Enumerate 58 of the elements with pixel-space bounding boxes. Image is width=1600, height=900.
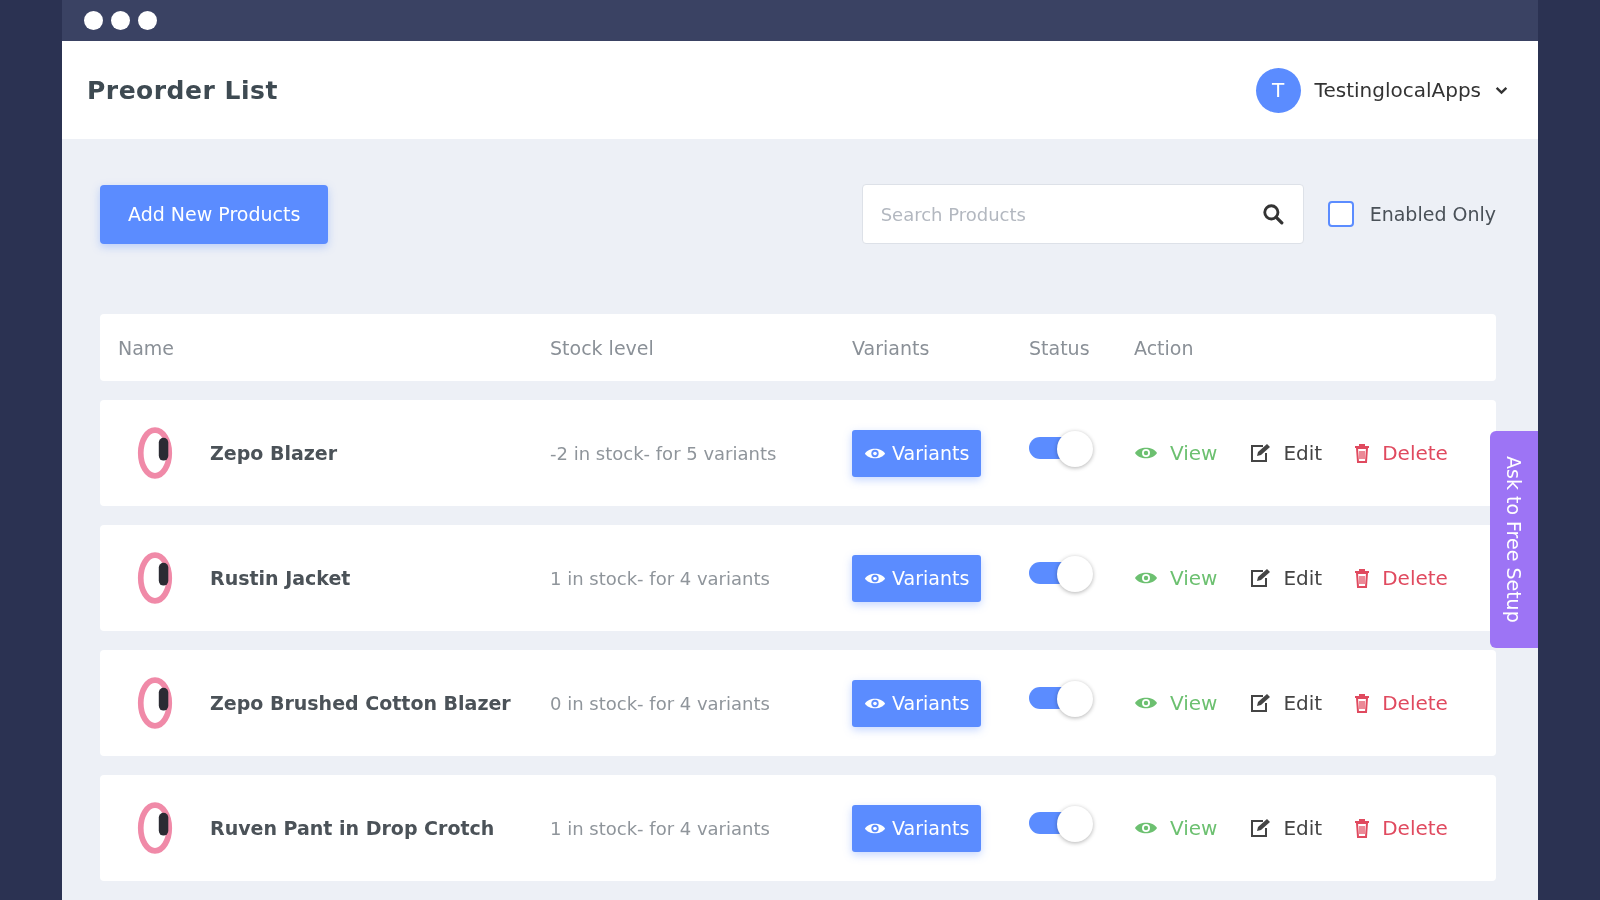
- stock-level: -2 in stock- for 5 variants: [550, 442, 778, 464]
- edit-icon: [1249, 568, 1272, 588]
- eye-icon: [1134, 695, 1158, 711]
- stock-level: 1 in stock- for 4 variants: [550, 567, 771, 589]
- variants-button[interactable]: Variants: [852, 804, 982, 852]
- edit-icon: [1249, 693, 1272, 713]
- trash-icon: [1354, 818, 1371, 838]
- action-link[interactable]: Delete: [1354, 816, 1448, 840]
- action-link[interactable]: Edit: [1249, 816, 1323, 840]
- column-header: Stock level: [550, 336, 655, 359]
- checkbox-label: Enabled Only: [1369, 203, 1496, 225]
- user-avatar[interactable]: T: [1255, 67, 1301, 113]
- search-icon[interactable]: [1261, 203, 1284, 225]
- action-link[interactable]: View: [1134, 441, 1218, 465]
- add-products-button[interactable]: Add New Products: [100, 184, 329, 244]
- column-header: Variants: [852, 336, 931, 359]
- product-thumbnail-icon: [136, 426, 174, 480]
- search-field[interactable]: Search Products: [861, 184, 1304, 244]
- product-name: Rustin Jacket: [210, 567, 351, 589]
- product-thumbnail-icon: [136, 801, 174, 855]
- action-link[interactable]: View: [1134, 691, 1218, 715]
- action-link[interactable]: View: [1134, 566, 1218, 590]
- action-link[interactable]: Edit: [1249, 441, 1323, 465]
- action-link[interactable]: Delete: [1354, 566, 1448, 590]
- eye-icon: [1134, 445, 1158, 461]
- edit-icon: [1249, 443, 1272, 463]
- column-header: Status: [1029, 336, 1091, 359]
- window-control-icon[interactable]: [138, 11, 157, 30]
- product-thumbnail-icon: [136, 551, 174, 605]
- enabled-only-checkbox[interactable]: [1327, 201, 1354, 227]
- action-link[interactable]: Delete: [1354, 441, 1448, 465]
- action-link[interactable]: Edit: [1249, 566, 1323, 590]
- product-name: Zepo Brushed Cotton Blazer: [210, 692, 511, 714]
- user-name[interactable]: TestinglocalApps: [1314, 78, 1481, 102]
- stock-level: 1 in stock- for 4 variants: [550, 817, 771, 839]
- eye-icon: [1134, 820, 1158, 836]
- edit-icon: [1249, 818, 1272, 838]
- variants-button[interactable]: Variants: [852, 554, 982, 602]
- free-setup-tab[interactable]: Ask to Free Setup: [1490, 431, 1538, 648]
- page-title: Preorder List: [87, 75, 278, 105]
- action-link[interactable]: View: [1134, 816, 1218, 840]
- variants-button[interactable]: Variants: [852, 679, 982, 727]
- window-control-icon[interactable]: [84, 11, 103, 30]
- variants-button[interactable]: Variants: [852, 429, 982, 477]
- trash-icon: [1354, 568, 1371, 588]
- window-control-icon[interactable]: [111, 11, 130, 30]
- action-link[interactable]: Edit: [1249, 691, 1323, 715]
- column-header: Action: [1134, 336, 1195, 359]
- stock-level: 0 in stock- for 4 variants: [550, 692, 771, 714]
- column-header: Name: [117, 336, 176, 359]
- trash-icon: [1354, 693, 1371, 713]
- trash-icon: [1354, 443, 1371, 463]
- product-name: Ruven Pant in Drop Crotch: [210, 817, 495, 839]
- product-name: Zepo Blazer: [210, 442, 338, 464]
- action-link[interactable]: Delete: [1354, 691, 1448, 715]
- product-thumbnail-icon: [136, 676, 174, 730]
- chevron-down-icon[interactable]: [1495, 85, 1508, 95]
- eye-icon: [1134, 570, 1158, 586]
